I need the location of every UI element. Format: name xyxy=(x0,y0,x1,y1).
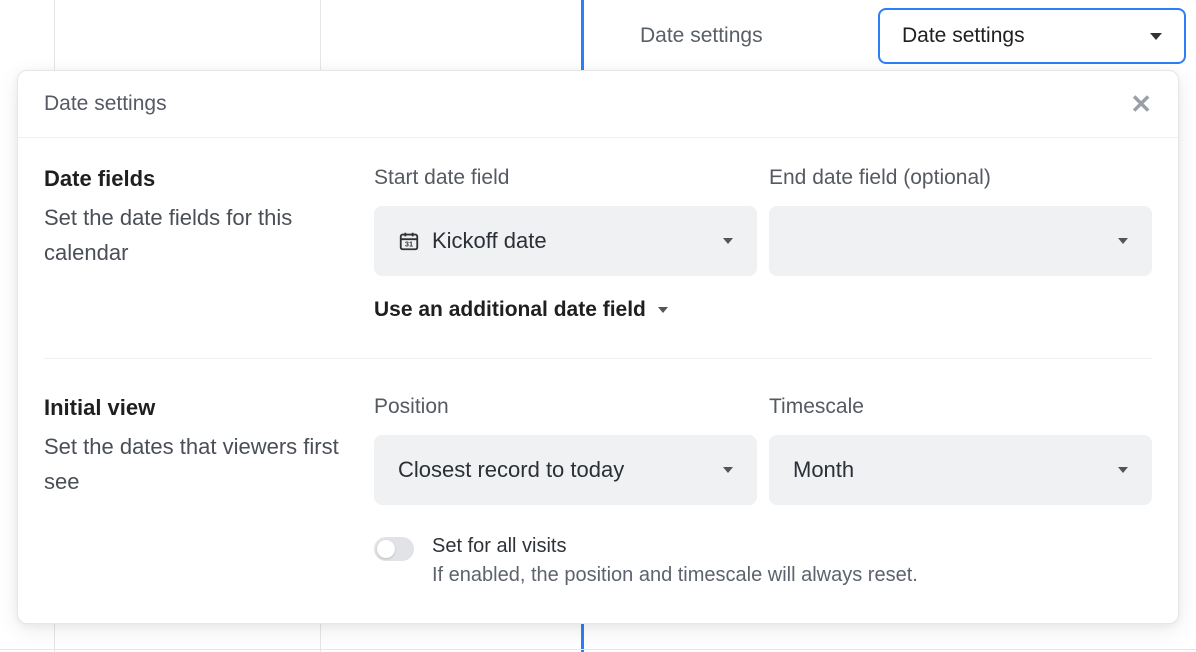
toggle-description: If enabled, the position and timescale w… xyxy=(432,564,918,587)
close-icon[interactable]: ✕ xyxy=(1130,91,1152,117)
toggle-text: Set for all visits If enabled, the posit… xyxy=(432,535,918,587)
date-settings-modal: Date settings ✕ Date fields Set the date… xyxy=(17,70,1179,624)
section-info: Initial view Set the dates that viewers … xyxy=(44,395,354,505)
end-date-select[interactable] xyxy=(769,206,1152,276)
date-settings-label: Date settings xyxy=(640,24,763,48)
position-field-group: Position Closest record to today xyxy=(374,395,757,505)
section-description: Set the dates that viewers first see xyxy=(44,429,354,499)
position-select[interactable]: Closest record to today xyxy=(374,435,757,505)
timescale-field-group: Timescale Month xyxy=(769,395,1152,505)
timescale-select[interactable]: Month xyxy=(769,435,1152,505)
header-controls: Date settings Date settings xyxy=(640,8,1186,64)
set-for-all-visits-toggle[interactable] xyxy=(374,537,414,561)
section-title: Date fields xyxy=(44,166,354,192)
dropdown-value: Date settings xyxy=(902,24,1025,48)
section-description: Set the date fields for this calendar xyxy=(44,200,354,270)
start-date-field-group: Start date field 31 xyxy=(374,166,757,276)
chevron-down-icon xyxy=(723,467,733,473)
end-date-label: End date field (optional) xyxy=(769,166,1152,190)
svg-text:31: 31 xyxy=(405,240,413,249)
chevron-down-icon xyxy=(1118,238,1128,244)
additional-date-field-button[interactable]: Use an additional date field xyxy=(374,298,1152,322)
chevron-down-icon xyxy=(658,307,668,313)
section-info: Date fields Set the date fields for this… xyxy=(44,166,354,276)
date-fields-section: Date fields Set the date fields for this… xyxy=(44,166,1152,276)
section-fields: Position Closest record to today Timesca… xyxy=(374,395,1152,505)
modal-body: Date fields Set the date fields for this… xyxy=(18,138,1178,623)
start-date-label: Start date field xyxy=(374,166,757,190)
position-value: Closest record to today xyxy=(398,457,624,483)
start-date-select[interactable]: 31 Kickoff date xyxy=(374,206,757,276)
section-title: Initial view xyxy=(44,395,354,421)
chevron-down-icon xyxy=(723,238,733,244)
section-divider xyxy=(44,358,1152,359)
section-fields: Start date field 31 xyxy=(374,166,1152,276)
chevron-down-icon xyxy=(1150,33,1162,40)
calendar-icon: 31 xyxy=(398,230,420,252)
end-date-field-group: End date field (optional) xyxy=(769,166,1152,276)
grid-line xyxy=(0,649,1196,650)
toggle-title: Set for all visits xyxy=(432,535,918,558)
modal-title: Date settings xyxy=(44,92,167,116)
modal-header: Date settings ✕ xyxy=(18,71,1178,138)
additional-date-field-label: Use an additional date field xyxy=(374,298,646,322)
initial-view-section: Initial view Set the dates that viewers … xyxy=(44,395,1152,505)
chevron-down-icon xyxy=(1118,467,1128,473)
start-date-value: Kickoff date xyxy=(432,228,547,254)
set-for-all-visits-row: Set for all visits If enabled, the posit… xyxy=(374,535,1152,587)
timescale-value: Month xyxy=(793,457,854,483)
toggle-knob xyxy=(377,540,395,558)
position-label: Position xyxy=(374,395,757,419)
timescale-label: Timescale xyxy=(769,395,1152,419)
date-settings-dropdown[interactable]: Date settings xyxy=(878,8,1186,64)
